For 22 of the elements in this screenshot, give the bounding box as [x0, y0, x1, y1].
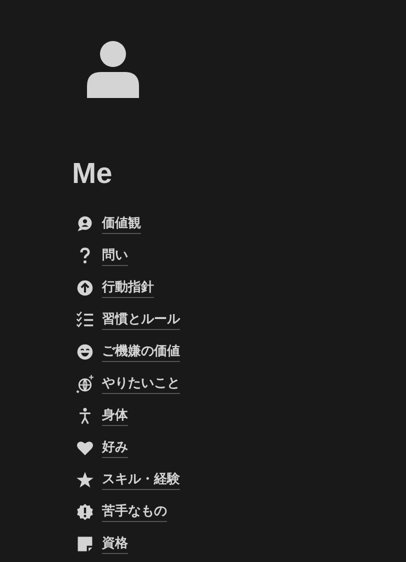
note-icon — [76, 535, 94, 553]
page-link[interactable]: 習慣とルール — [102, 310, 180, 330]
page-link[interactable]: 身体 — [102, 406, 128, 426]
person-avatar-icon — [85, 38, 141, 98]
page-link[interactable]: 価値観 — [102, 214, 141, 234]
page-link[interactable]: 問い — [102, 246, 128, 266]
star-icon — [76, 471, 94, 489]
heart-icon — [76, 439, 94, 457]
page-link[interactable]: 資格 — [102, 534, 128, 554]
page-link[interactable]: 好み — [102, 438, 128, 458]
page-title: Me — [72, 157, 114, 192]
checklist-icon — [76, 311, 94, 329]
alert-badge-icon — [76, 503, 94, 521]
page-link[interactable]: スキル・経験 — [102, 470, 180, 490]
speech-person-icon — [76, 215, 94, 233]
page-link[interactable]: 苦手なもの — [102, 502, 167, 522]
page-link[interactable]: 行動指針 — [102, 278, 154, 298]
arrow-up-circle-icon — [76, 279, 94, 297]
page-link[interactable]: ご機嫌の価値 — [102, 342, 180, 362]
globe-sparkle-icon — [76, 375, 94, 393]
page-link[interactable]: やりたいこと — [102, 374, 180, 394]
smiley-icon — [76, 343, 94, 361]
